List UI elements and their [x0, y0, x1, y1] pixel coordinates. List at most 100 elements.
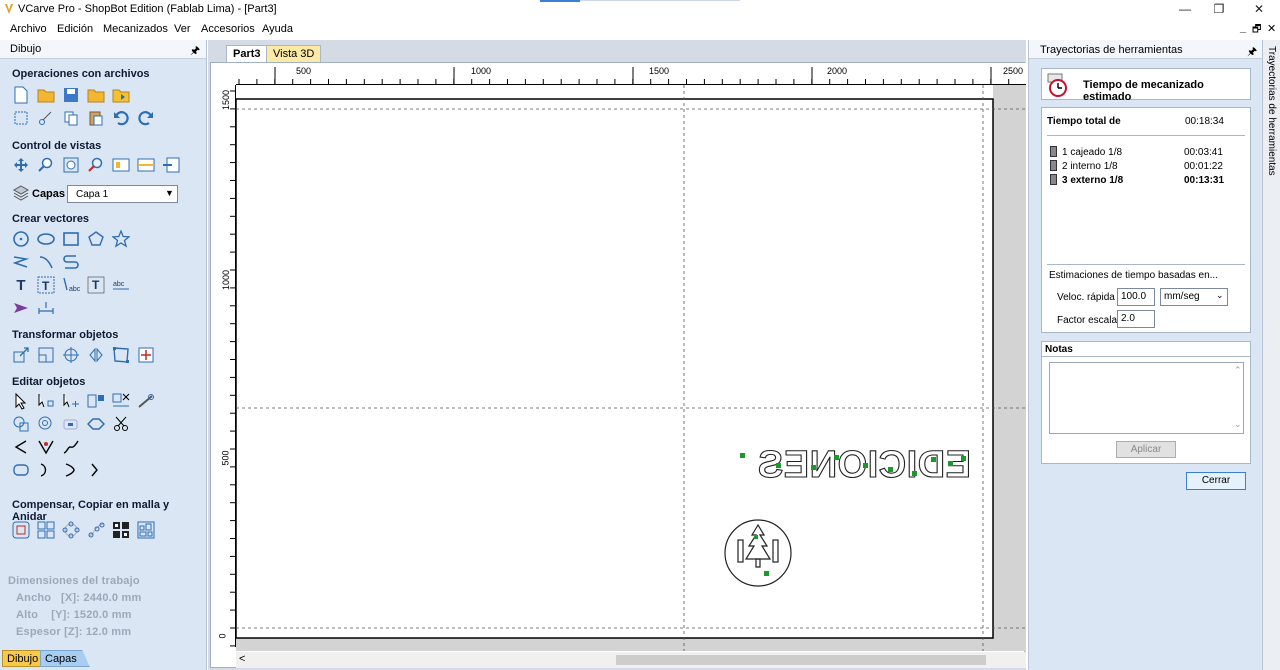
cut-icon[interactable] — [37, 109, 55, 127]
menu-ayuda[interactable]: Ayuda — [262, 23, 293, 35]
select-icon[interactable] — [12, 392, 30, 410]
new-file-icon[interactable] — [12, 86, 30, 104]
node-edit-icon[interactable] — [37, 392, 55, 410]
block-copy-icon[interactable] — [37, 521, 55, 539]
measure-icon[interactable] — [137, 392, 155, 410]
mdi-minimize-button[interactable]: _ — [1240, 22, 1246, 34]
mdi-close-button[interactable]: ✕ — [1267, 22, 1276, 35]
undo-icon[interactable] — [112, 109, 130, 127]
text-box-tool-icon[interactable]: T — [37, 276, 55, 294]
drawing-canvas[interactable]: 500 1000 1500 2000 2500 1500 1000 500 0 — [210, 62, 1026, 668]
close-panel-button[interactable]: Cerrar — [1186, 472, 1246, 490]
menu-accesorios[interactable]: Accesorios — [201, 23, 255, 35]
pin-icon[interactable]: 🖈 — [190, 42, 200, 61]
notes-textarea[interactable]: ⌃ ⌄ — [1049, 362, 1244, 434]
nest-parts-icon[interactable] — [112, 521, 130, 539]
mdi-restore-button[interactable]: 🗗 — [1252, 22, 1261, 39]
select-all-icon[interactable] — [12, 109, 30, 127]
toolpaths-panel-title: Trayectorias de herramientas — [1040, 44, 1183, 56]
scroll-thumb[interactable] — [616, 655, 986, 665]
view-board-icon[interactable] — [112, 156, 130, 174]
menu-archivo[interactable]: Archivo — [10, 23, 47, 35]
menu-ver[interactable]: Ver — [174, 23, 191, 35]
toolpaths-side-tab[interactable]: Trayectorias de herramientas — [1262, 40, 1280, 670]
import-folder-icon[interactable] — [112, 86, 130, 104]
apply-button[interactable]: Aplicar — [1116, 441, 1176, 458]
tab-part3[interactable]: Part3 — [226, 45, 268, 62]
scroll-down-icon[interactable]: ⌄ — [1234, 419, 1242, 430]
ungroup-icon[interactable] — [112, 392, 130, 410]
text-on-curve-icon[interactable]: abc — [62, 276, 80, 294]
tab-capas[interactable]: Capas — [40, 650, 90, 667]
close-vectors-icon[interactable] — [12, 461, 30, 479]
rapid-unit-select[interactable]: mm/seg ⌄ — [1160, 288, 1228, 306]
ellipse-tool-icon[interactable] — [37, 230, 55, 248]
join-open-vectors-icon[interactable] — [62, 461, 80, 479]
save-icon[interactable] — [62, 86, 80, 104]
circular-copy-icon[interactable] — [62, 521, 80, 539]
file-ops-row-1 — [12, 86, 130, 104]
text-tool-icon[interactable]: T — [12, 276, 30, 294]
bitmap-trace-icon[interactable] — [12, 299, 30, 317]
group-icon[interactable] — [87, 392, 105, 410]
fillet-icon[interactable] — [12, 438, 30, 456]
weld-icon[interactable] — [12, 415, 30, 433]
zoom-in-icon[interactable] — [37, 156, 55, 174]
pan-icon[interactable] — [12, 156, 30, 174]
redo-icon[interactable] — [137, 109, 155, 127]
smooth-vectors-icon[interactable] — [87, 461, 105, 479]
polyline-tool-icon[interactable] — [12, 253, 30, 271]
save-as-folder-icon[interactable] — [87, 86, 105, 104]
tab-vista-3d[interactable]: Vista 3D — [266, 45, 322, 62]
line-tool-icon[interactable] — [37, 253, 55, 271]
distort-icon[interactable] — [112, 346, 130, 364]
view-toggle-icon[interactable] — [162, 156, 180, 174]
layer-select[interactable]: Capa 1 ▼ — [67, 185, 178, 203]
maximize-button[interactable]: ❐ — [1200, 0, 1238, 19]
dogbone-icon[interactable] — [37, 438, 55, 456]
trim-icon[interactable] — [87, 415, 105, 433]
subtract-icon[interactable] — [37, 415, 55, 433]
drawing-surface[interactable]: EDICIONES — [236, 85, 1026, 651]
mirror-icon[interactable] — [87, 346, 105, 364]
close-button[interactable]: ✕ — [1240, 0, 1278, 19]
scale-factor-input[interactable]: 2.0 — [1117, 310, 1155, 328]
scroll-left-arrow[interactable]: < — [239, 653, 245, 665]
dimension-tool-icon[interactable] — [37, 299, 55, 317]
scissors-icon[interactable] — [112, 415, 130, 433]
polygon-tool-icon[interactable] — [87, 230, 105, 248]
circle-tool-icon[interactable] — [12, 230, 30, 248]
extend-icon[interactable] — [62, 438, 80, 456]
nest-tiles-icon[interactable] — [137, 521, 155, 539]
window-title: VCarve Pro - ShopBot Edition (Fablab Lim… — [18, 3, 277, 15]
view-split-icon[interactable] — [137, 156, 155, 174]
rapid-speed-input[interactable]: 100.0 — [1117, 288, 1155, 306]
scroll-up-icon[interactable]: ⌃ — [1234, 365, 1242, 376]
zoom-selected-icon[interactable] — [87, 156, 105, 174]
dimension-text-icon[interactable]: abc — [112, 276, 130, 294]
open-folder-icon[interactable] — [37, 86, 55, 104]
menu-edicion[interactable]: Edición — [57, 23, 93, 35]
scale-icon[interactable] — [37, 346, 55, 364]
autolayout-text-icon[interactable]: T — [87, 276, 105, 294]
align-icon[interactable] — [62, 346, 80, 364]
set-origin-icon[interactable] — [137, 346, 155, 364]
paste-icon[interactable] — [87, 109, 105, 127]
transform-select-icon[interactable] — [62, 392, 80, 410]
rectangle-tool-icon[interactable] — [62, 230, 80, 248]
copy-along-vector-icon[interactable] — [87, 521, 105, 539]
minimize-button[interactable]: — — [1166, 0, 1204, 19]
zoom-extents-icon[interactable] — [62, 156, 80, 174]
join-vectors-icon[interactable] — [37, 461, 55, 479]
menu-mecanizados[interactable]: Mecanizados — [103, 23, 168, 35]
move-icon[interactable] — [12, 346, 30, 364]
section-create-vectors: Crear vectores — [12, 213, 90, 225]
curve-tool-icon[interactable] — [62, 253, 80, 271]
intersect-icon[interactable] — [62, 415, 80, 433]
star-tool-icon[interactable] — [112, 230, 130, 248]
tab-dibujo[interactable]: Dibujo — [2, 650, 44, 667]
horizontal-scrollbar[interactable]: < — [236, 652, 1026, 668]
copy-icon[interactable] — [62, 109, 80, 127]
pin-icon[interactable]: 🖈 — [1247, 43, 1257, 62]
offset-icon[interactable] — [12, 521, 30, 539]
